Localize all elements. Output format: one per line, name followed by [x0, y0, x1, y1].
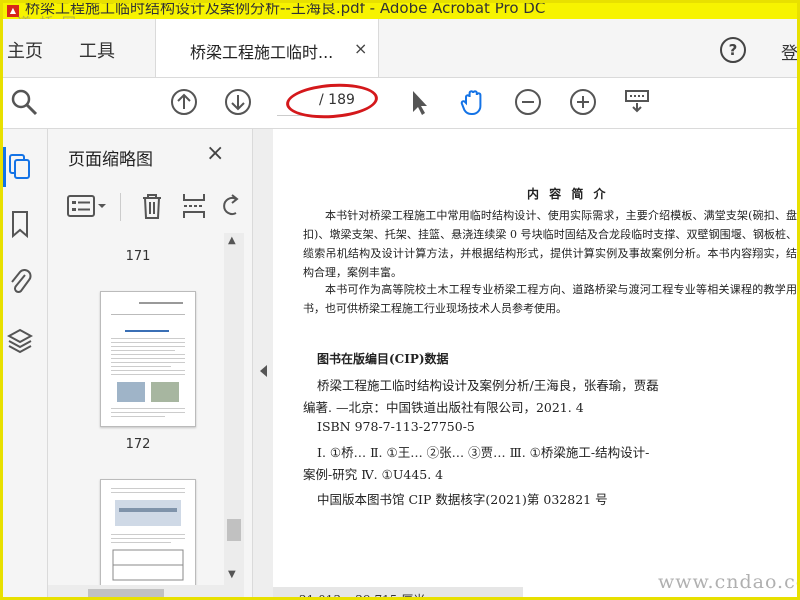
thumbnail-preview	[111, 302, 185, 417]
document-page: 内 容 简 介 本书针对桥梁工程施工中常用临时结构设计、使用实际需求，主要介绍模…	[273, 129, 797, 600]
panel-collapse-strip[interactable]	[253, 129, 273, 597]
cip-line: 中国版本图书馆 CIP 数据核字(2021)第 032821 号	[317, 492, 608, 507]
rail-active-indicator	[3, 147, 6, 187]
window-title: 桥梁工程施工临时结构设计及案例分析--王海良.pdf - Adobe Acrob…	[25, 3, 546, 17]
bookmark-icon[interactable]	[7, 209, 33, 239]
zoom-out-icon[interactable]	[513, 87, 543, 117]
cip-line: ISBN 978-7-113-27750-5	[317, 419, 475, 434]
page-down-icon[interactable]	[223, 87, 253, 117]
document-tab-label: 桥梁工程施工临时...	[190, 43, 334, 62]
scroll-up-arrow-icon[interactable]: ▲	[228, 235, 236, 246]
status-bar: 21.013 x 29.715 厘米	[273, 587, 523, 600]
panel-toolbar	[48, 187, 252, 231]
scrollbar-thumb[interactable]	[227, 519, 241, 541]
help-icon[interactable]: ?	[720, 37, 746, 63]
scroll-down-arrow-icon[interactable]: ▼	[228, 569, 236, 580]
layers-icon[interactable]	[7, 325, 33, 355]
close-panel-button[interactable]: ×	[206, 141, 224, 166]
intro-paragraph-2: 本书可作为高等院校土木工程专业桥梁工程方向、道路桥梁与渡河工程专业等相关课程的教…	[303, 283, 797, 315]
intro-paragraph-1: 本书针对桥梁工程施工中常用临时结构设计、使用实际需求，主要介绍模板、满堂支架(碗…	[303, 209, 797, 279]
insert-page-icon[interactable]	[180, 191, 208, 221]
intro-heading: 内 容 简 介	[527, 187, 609, 201]
panel-toolbar-divider	[120, 193, 121, 221]
tab-home[interactable]: 主页	[7, 37, 43, 63]
horizontal-scrollbar-thumb[interactable]	[88, 589, 164, 597]
collapse-arrow-icon[interactable]	[260, 365, 267, 377]
tab-tools[interactable]: 工具	[79, 37, 115, 63]
hand-icon[interactable]	[458, 87, 488, 117]
thumbnail-label-172: 172	[125, 437, 151, 452]
cip-line: 案例-研究 Ⅳ. ①U445. 4	[303, 467, 444, 482]
thumbnail-horizontal-scrollbar[interactable]	[48, 585, 224, 597]
thumbnail-options-icon[interactable]	[66, 191, 110, 221]
thumbnails-panel: 页面缩略图 × 171 172 ▲ ▼	[48, 129, 253, 597]
select-arrow-icon[interactable]	[404, 87, 434, 117]
close-tab-button[interactable]: ×	[354, 39, 367, 58]
thumbnail-preview	[111, 488, 185, 593]
thumbnail-label-171: 171	[125, 249, 151, 264]
title-bar: ▲ 桥梁工程施工临时结构设计及案例分析--王海良.pdf - Adobe Acr…	[3, 3, 797, 19]
page-up-icon[interactable]	[169, 87, 199, 117]
page-thumbnails-icon[interactable]	[7, 151, 33, 181]
delete-icon[interactable]	[138, 191, 166, 221]
display-mode-icon[interactable]	[622, 87, 652, 117]
thumbnail-vertical-scrollbar[interactable]: ▲ ▼	[224, 233, 244, 597]
annotation-circle	[284, 80, 380, 122]
rotate-icon[interactable]	[220, 191, 240, 221]
cip-title: 图书在版编目(CIP)数据	[317, 352, 449, 366]
watermark-bottom: www.cndao.com	[658, 571, 797, 593]
cip-line: Ⅰ. ①桥… Ⅱ. ①王… ②张… ③贾… Ⅲ. ①桥梁施工-结构设计-	[317, 445, 650, 460]
search-icon[interactable]	[9, 87, 39, 117]
thumbnail-list[interactable]: 171 172	[48, 233, 252, 597]
tab-document[interactable]: 桥梁工程施工临时... ×	[155, 19, 379, 77]
cip-line: 桥梁工程施工临时结构设计及案例分析/王海良，张春瑜，贾磊	[317, 378, 659, 393]
zoom-in-icon[interactable]	[568, 87, 598, 117]
tab-bar: 主页 工具 桥梁工程施工临时... × ? 登	[3, 19, 797, 78]
attachment-icon[interactable]	[7, 265, 33, 295]
document-view[interactable]: 内 容 简 介 本书针对桥梁工程施工中常用临时结构设计、使用实际需求，主要介绍模…	[273, 129, 797, 600]
left-rail	[3, 129, 48, 597]
cip-line: 编著. —北京：中国铁道出版社有限公司，2021. 4	[303, 400, 584, 415]
page-size-label: 21.013 x 29.715 厘米	[299, 593, 426, 600]
thumbnail-page-173[interactable]	[100, 479, 196, 597]
app-window: ▲ 桥梁工程施工临时结构设计及案例分析--王海良.pdf - Adobe Acr…	[0, 0, 800, 600]
main-toolbar: / 189	[3, 78, 797, 129]
sign-in-button[interactable]: 登	[781, 39, 797, 64]
panel-title: 页面缩略图	[68, 150, 153, 170]
thumbnail-page-172[interactable]	[100, 291, 196, 427]
